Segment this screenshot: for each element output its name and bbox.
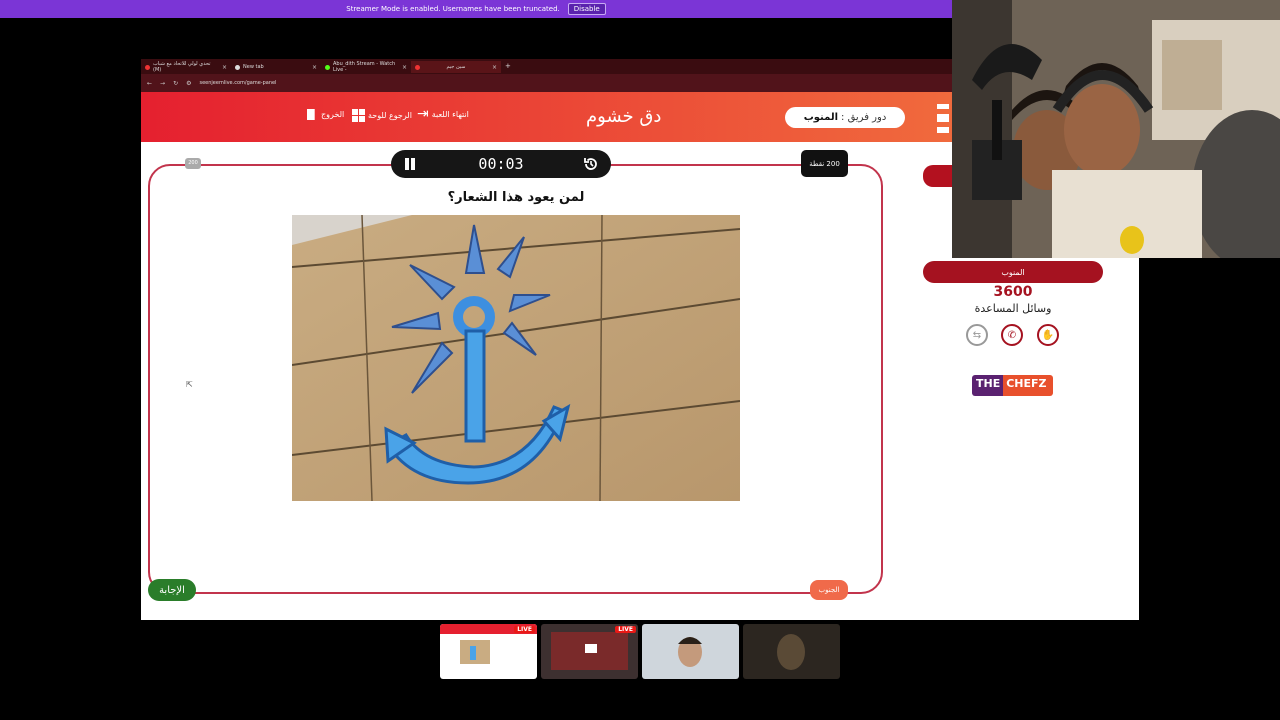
exit-door-icon: [307, 109, 315, 120]
forward-arrow-icon[interactable]: →: [160, 80, 165, 87]
back-to-board-button[interactable]: الرجوع للوحة: [352, 109, 412, 122]
reload-icon[interactable]: ↻: [173, 80, 178, 87]
aids-title: وسائل المساعدة: [974, 302, 1052, 315]
game-title: دق خشوم: [586, 106, 662, 127]
swap-icon[interactable]: ⇆: [966, 324, 988, 346]
live-badge: LIVE: [615, 626, 636, 633]
close-icon[interactable]: ×: [402, 64, 407, 71]
answer-button[interactable]: الإجابة: [148, 579, 196, 601]
question-image: [292, 215, 740, 501]
close-icon[interactable]: ×: [312, 64, 317, 71]
banner-text: Streamer Mode is enabled. Usernames have…: [346, 5, 560, 13]
turn-prefix: دور فريق :: [841, 112, 887, 123]
tab-label: Abu_dith Stream - Watch Live -: [333, 61, 396, 73]
exit-label: الخروج: [321, 110, 345, 119]
browser-window: تحدي لولي للاتحاد مع شباب (M) × New tab …: [141, 59, 952, 92]
browser-tab[interactable]: Abu_dith Stream - Watch Live - ×: [321, 61, 411, 73]
tab-favicon-icon: [235, 64, 240, 70]
browser-tab-active[interactable]: سين جيم ×: [411, 61, 501, 73]
exit-button[interactable]: الخروج: [307, 109, 344, 120]
question-text: لمن يعود هذا الشعار؟: [447, 190, 585, 205]
timer: 00:03: [391, 150, 611, 178]
corner-badge: 200: [185, 158, 201, 169]
team-tag[interactable]: الجنوب: [810, 580, 848, 600]
end-game-button[interactable]: ⇥ انتهاء اللعبة: [417, 106, 469, 122]
sponsor-part1: THE: [972, 375, 1004, 396]
sponsor-part2: CHEFZ: [1003, 375, 1053, 396]
streamer-mode-banner: Streamer Mode is enabled. Usernames have…: [0, 0, 952, 18]
team-name-pill: المنوب: [923, 261, 1103, 283]
tab-favicon-icon: [325, 64, 330, 70]
grid-icon: [352, 109, 365, 122]
site-info-icon[interactable]: ⚙: [186, 80, 191, 87]
tab-favicon-icon: [415, 64, 420, 70]
webcam-feed: [952, 0, 1280, 258]
stream-thumbnail[interactable]: LIVE: [440, 624, 537, 679]
browser-tab[interactable]: تحدي لولي للاتحاد مع شباب (M) ×: [141, 61, 231, 73]
stream-thumbnail[interactable]: [743, 624, 840, 679]
url-field[interactable]: seenjeemlive.com/game-panel: [199, 80, 276, 86]
back-label: الرجوع للوحة: [368, 111, 412, 120]
mouse-cursor-icon: ⇱: [186, 380, 193, 389]
tab-label: تحدي لولي للاتحاد مع شباب (M): [153, 61, 211, 73]
disable-button[interactable]: Disable: [567, 3, 606, 15]
end-game-label: انتهاء اللعبة: [431, 110, 469, 119]
live-badge: LIVE: [514, 626, 535, 633]
hand-icon[interactable]: ✋: [1037, 324, 1059, 346]
turn-indicator: دور فريق : المنوب: [785, 107, 905, 128]
stream-thumbnail[interactable]: [642, 624, 739, 679]
new-tab-button[interactable]: +: [505, 62, 511, 70]
close-icon[interactable]: ×: [222, 64, 227, 71]
tab-label: سين جيم: [446, 64, 466, 70]
team-score: 3600: [993, 284, 1033, 300]
phone-icon[interactable]: ✆: [1001, 324, 1023, 346]
turn-team: المنوب: [803, 112, 839, 123]
other-team-pill: [923, 165, 952, 187]
game-header: الخروج الرجوع للوحة ⇥ انتهاء اللعبة دق خ…: [141, 92, 952, 142]
tab-favicon-icon: [145, 64, 150, 70]
timer-value: 00:03: [478, 155, 524, 173]
browser-tab[interactable]: New tab ×: [231, 61, 321, 73]
site-logo: [935, 98, 951, 138]
close-icon[interactable]: ×: [492, 64, 497, 71]
end-arrow-icon: ⇥: [417, 106, 429, 122]
address-bar: ← → ↻ ⚙ seenjeemlive.com/game-panel: [141, 74, 952, 92]
tab-strip: تحدي لولي للاتحاد مع شباب (M) × New tab …: [141, 59, 952, 73]
tab-label: New tab: [243, 64, 264, 70]
sponsor-logo: THE CHEFZ: [972, 375, 1053, 396]
stream-thumbnail[interactable]: LIVE: [541, 624, 638, 679]
pause-icon[interactable]: [404, 158, 416, 170]
points-badge: 200 نقطة: [801, 150, 848, 177]
reset-icon[interactable]: [583, 156, 599, 172]
back-arrow-icon[interactable]: ←: [147, 80, 152, 87]
